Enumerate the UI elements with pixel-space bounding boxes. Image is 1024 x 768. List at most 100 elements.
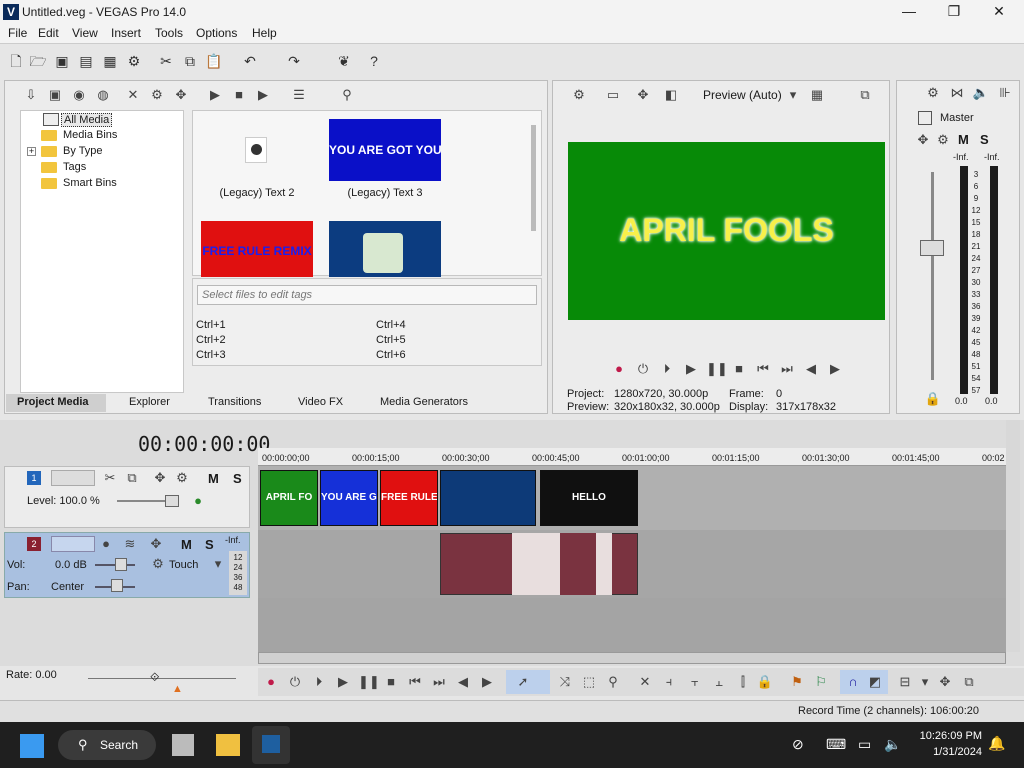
downmix-icon[interactable]: ⋈ [948,84,966,102]
tree-media-bins[interactable]: Media Bins [63,129,117,141]
next-frame-icon[interactable]: ▶ [826,360,844,378]
stop-icon[interactable]: ■ [382,673,400,691]
new-icon[interactable]: 🗋 [6,51,26,71]
external-monitor-icon[interactable]: ▭ [604,86,622,104]
automation-icon[interactable]: ⚙ [149,555,167,573]
redo-icon[interactable]: ↷ [284,51,304,71]
trim-start-icon[interactable]: ⫞ [660,673,678,691]
pan-slider[interactable] [111,579,123,592]
master-fader[interactable] [920,240,944,256]
snapping-icon[interactable]: ∩ [844,673,862,691]
loop-icon[interactable]: ⏻ [286,673,304,691]
pause-icon[interactable]: ❚❚ [706,360,728,378]
prev-frame-icon[interactable]: ◀ [802,360,820,378]
stop-icon[interactable]: ■ [230,86,248,104]
tags-input[interactable]: Select files to edit tags [197,285,537,305]
import-media-icon[interactable]: ⇩ [22,86,40,104]
menu-help[interactable]: Help [252,26,277,40]
render-icon[interactable]: ▦ [100,51,120,71]
delete-icon[interactable]: ✕ [636,673,654,691]
menu-edit[interactable]: Edit [38,26,59,40]
tab-transitions[interactable]: Transitions [208,396,261,408]
record-icon[interactable]: ● [610,360,628,378]
lock-icon[interactable]: 🔒 [924,390,942,408]
motion-icon[interactable]: ✂ [101,469,119,487]
network-icon[interactable]: ⊘ [792,736,804,753]
track-fx-icon[interactable]: ✥ [147,535,165,553]
open-icon[interactable]: 🗁 [28,51,48,71]
copy-snapshot-icon[interactable]: ⧉ [856,86,874,104]
vertical-scrollbar[interactable] [1006,420,1020,652]
scrollbar[interactable] [531,125,536,231]
level-slider[interactable] [165,495,179,507]
video-clip[interactable]: YOU ARE GOT [320,470,378,526]
properties-icon[interactable]: ⚙ [124,51,144,71]
remove-icon[interactable]: ✕ [124,86,142,104]
play-icon[interactable]: ▶ [682,360,700,378]
paste-icon[interactable]: 📋 [204,51,224,71]
capture-icon[interactable]: ▣ [46,86,64,104]
rate-slider[interactable]: ⟐ [150,670,159,685]
go-to-start-icon[interactable]: ⏮ [406,673,424,691]
clock-date[interactable]: 1/31/2024 [914,746,982,758]
loop-icon[interactable]: ⏻ [634,360,652,378]
go-to-start-icon[interactable]: ⏮ [754,360,772,378]
video-fx-icon[interactable]: ◧ [662,86,680,104]
trim-icon[interactable]: ⫿ [734,673,752,691]
vol-slider[interactable] [115,558,127,571]
tab-project-media[interactable]: Project Media [17,396,89,408]
autoplay-icon[interactable]: ▶ [254,86,272,104]
thumb-text-3[interactable]: YOU ARE GOT YOU [329,119,441,181]
go-to-end-icon[interactable]: ⏭ [778,360,796,378]
mute-button[interactable]: M [958,132,969,147]
menu-tools[interactable]: Tools [155,26,183,40]
maximize-button[interactable]: ❐ [931,0,977,24]
track-solo-button[interactable]: S [233,471,242,486]
compositing-icon[interactable]: ✥ [151,469,169,487]
settings-icon[interactable]: ⚙ [924,84,942,102]
lock-envelopes-icon[interactable]: ⧉ [960,673,978,691]
tree-by-type[interactable]: By Type [63,145,103,157]
mixer-icon[interactable]: ⊪ [996,84,1014,102]
track-motion-icon[interactable]: ⧉ [123,469,141,487]
web-icon[interactable]: ◍ [94,86,112,104]
trim-end-icon[interactable]: ⫟ [686,673,704,691]
play-icon[interactable]: ▶ [206,86,224,104]
minimize-button[interactable]: — [886,0,932,24]
expand-icon[interactable]: + [27,147,36,156]
undo-icon[interactable]: ↶ [240,51,260,71]
horizontal-scrollbar[interactable] [258,652,1006,664]
plugin-icon[interactable]: ❦ [334,51,354,71]
tree-tags[interactable]: Tags [63,161,86,173]
thumb-free-rule[interactable]: FREE RULE REMIX [201,221,313,277]
grid-icon[interactable]: ▦ [808,86,826,104]
copy-icon[interactable]: ⧉ [180,51,200,71]
stop-icon[interactable]: ■ [730,360,748,378]
media-fx-icon[interactable]: ⚙ [148,86,166,104]
lock-icon[interactable]: 🔒 [756,673,774,691]
chevron-down-icon[interactable]: ▾ [209,555,227,573]
auto-crossfade-icon[interactable]: ✥ [936,673,954,691]
automation-mode[interactable]: Touch [169,559,198,571]
thumb-label[interactable]: (Legacy) Text 2 [217,187,297,199]
views-icon[interactable]: ☰ [290,86,308,104]
preview-quality-dropdown[interactable]: Preview (Auto) [703,88,782,102]
clock-time[interactable]: 10:26:09 PM [914,730,982,742]
track-mute-button[interactable]: M [208,471,219,486]
menu-options[interactable]: Options [196,26,237,40]
tab-explorer[interactable]: Explorer [129,396,170,408]
menu-file[interactable]: File [8,26,27,40]
tree-smart-bins[interactable]: Smart Bins [63,177,117,189]
fx-icon[interactable]: ⚙ [934,131,952,149]
split-icon[interactable]: ⫠ [710,673,728,691]
tab-media-generators[interactable]: Media Generators [380,396,468,408]
play-from-start-icon[interactable]: ⏵ [658,360,676,378]
video-clip[interactable]: FREE RULE [380,470,438,526]
file-explorer-icon[interactable] [216,734,240,756]
solo-button[interactable]: S [980,132,989,147]
composite-mode-icon[interactable]: ● [189,492,207,510]
thumb-space[interactable] [329,221,441,277]
task-view-icon[interactable] [172,734,194,756]
disc-icon[interactable]: ◉ [70,86,88,104]
preview-settings-icon[interactable]: ⚙ [570,86,588,104]
